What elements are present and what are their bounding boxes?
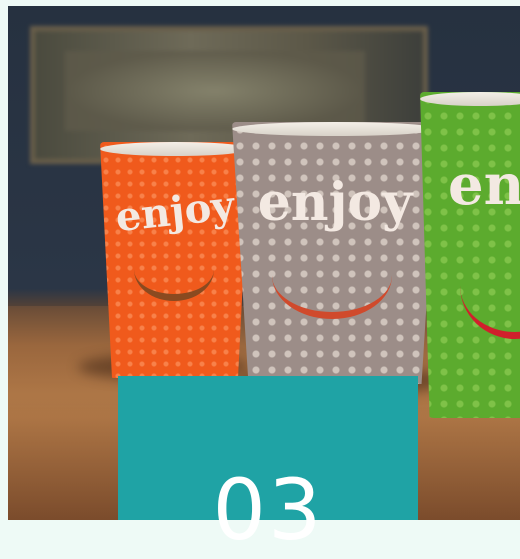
grey-cup: enjoy <box>232 122 438 384</box>
cup-smile <box>460 232 520 339</box>
cup-rim <box>232 122 438 136</box>
overlay-number: 03 <box>212 461 324 559</box>
cup-text: enjoy <box>113 181 237 242</box>
cup-smile <box>272 232 392 319</box>
cup-rim <box>100 142 250 156</box>
cup-text: en <box>448 152 520 218</box>
orange-cup: enjoy <box>100 142 250 378</box>
cup-text: enjoy <box>257 172 413 233</box>
cup-rim <box>420 92 520 106</box>
cup-smile <box>134 238 214 301</box>
green-cup: en <box>420 92 520 418</box>
number-overlay-box: 03 <box>118 376 418 552</box>
